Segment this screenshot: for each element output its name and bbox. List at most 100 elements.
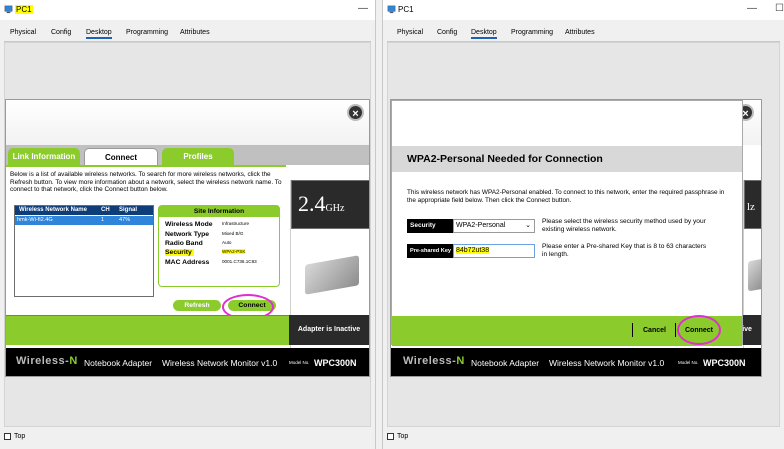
- band-badge: lz: [744, 180, 761, 229]
- brand-n: N: [69, 355, 78, 367]
- minimize-icon[interactable]: —: [747, 3, 757, 14]
- maximize-icon[interactable]: ☐: [775, 3, 784, 14]
- top-checkbox[interactable]: [387, 433, 394, 440]
- footer-model-prefix: Model No.: [289, 360, 310, 365]
- site-info-label: Wireless Mode: [165, 221, 213, 228]
- title-bar: PC1 — ☐: [383, 0, 784, 20]
- brand-text: Wireless-: [403, 355, 457, 367]
- adapter-status: Adapter is Inactive: [289, 315, 369, 345]
- app-footer: Wireless-N Notebook Adapter Wireless Net…: [6, 348, 369, 376]
- footer-model: WPC300N: [703, 358, 746, 368]
- network-name: hmk-Wi-fi2.4G: [17, 217, 53, 223]
- ghz-unit: GHz: [325, 203, 345, 214]
- connect-panel: Below is a list of available wireless ne…: [6, 165, 286, 320]
- col-ch: CH: [101, 207, 110, 213]
- site-info-title: Site Information: [159, 206, 279, 217]
- connect-description: Below is a list of available wireless ne…: [10, 171, 282, 193]
- site-info-row: MAC Address 0001.C736.1C83: [165, 259, 257, 266]
- tab-link-information[interactable]: Link Information: [8, 148, 80, 165]
- footer-model-prefix: Model No.: [678, 360, 699, 365]
- pc-icon: [4, 5, 13, 14]
- app-header: [6, 100, 369, 145]
- site-info-value: 0001.C736.1C83: [222, 259, 257, 264]
- app-footer: Wireless-N Notebook Adapter Wireless Net…: [391, 348, 761, 376]
- wpa2-dialog: WPA2-Personal Needed for Connection This…: [391, 100, 743, 346]
- col-signal: Signal: [119, 207, 138, 213]
- col-network-name: Wireless Network Name: [19, 207, 87, 213]
- divider: [675, 323, 676, 337]
- security-help: Please select the wireless security meth…: [542, 218, 706, 233]
- footer-monitor: Wireless Network Monitor v1.0: [162, 358, 278, 368]
- psk-help: Please enter a Pre-shared Key that is 8 …: [542, 243, 707, 258]
- site-info-value: WPA2-PSK: [222, 249, 246, 254]
- site-info-label: Radio Band: [165, 240, 203, 247]
- tab-attributes[interactable]: Attributes: [565, 29, 595, 36]
- tab-physical[interactable]: Physical: [397, 29, 423, 36]
- site-info-value: Auto: [222, 240, 232, 245]
- divider: [632, 323, 633, 337]
- site-info-row: Radio Band Auto: [165, 240, 231, 247]
- security-select[interactable]: WPA2-Personal ⌄: [453, 219, 535, 233]
- tab-config[interactable]: Config: [51, 29, 71, 36]
- footer-product: Notebook Adapter: [84, 358, 153, 368]
- security-value: WPA2-Personal: [456, 222, 506, 229]
- tab-desktop[interactable]: Desktop: [471, 29, 497, 39]
- tab-desktop[interactable]: Desktop: [86, 29, 112, 39]
- band-value-partial: lz: [747, 201, 755, 213]
- ghz-number: 2.4: [298, 191, 326, 216]
- network-list-header: Wireless Network Name CH Signal: [15, 206, 153, 215]
- psk-value: 84b72ut38: [456, 247, 490, 254]
- footer-model: WPC300N: [314, 358, 357, 368]
- band-badge: 2.4GHz: [291, 180, 369, 229]
- psk-input[interactable]: 84b72ut38: [453, 244, 535, 258]
- site-info-label: Security: [165, 249, 192, 256]
- top-checkbox[interactable]: [4, 433, 11, 440]
- right-pc-window: PC1 — ☐ Physical Config Desktop Programm…: [382, 0, 784, 449]
- dialog-title: WPA2-Personal Needed for Connection: [392, 146, 742, 172]
- wireless-monitor-app: × lz ctive WPA2-Personal Needed for Conn…: [390, 99, 762, 377]
- cancel-button[interactable]: Cancel: [643, 327, 666, 334]
- adapter-card-image: [305, 255, 359, 295]
- pc-icon: [387, 5, 396, 14]
- tab-connect[interactable]: Connect: [84, 148, 158, 165]
- footer-monitor: Wireless Network Monitor v1.0: [549, 358, 665, 368]
- site-info-row: Network Type Mixed B/G: [165, 231, 243, 238]
- minimize-icon[interactable]: —: [358, 3, 368, 14]
- tab-programming[interactable]: Programming: [126, 29, 168, 36]
- desktop-area: × lz ctive WPA2-Personal Needed for Conn…: [387, 42, 780, 427]
- wireless-monitor-app: × Link Information Connect Profiles Belo…: [5, 99, 370, 377]
- network-list[interactable]: Wireless Network Name CH Signal hmk-Wi-f…: [14, 205, 154, 297]
- close-icon[interactable]: ×: [347, 104, 364, 121]
- brand-text: Wireless-: [16, 355, 70, 367]
- brand-n: N: [456, 355, 465, 367]
- top-checkbox-label: Top: [397, 433, 409, 440]
- table-row[interactable]: hmk-Wi-fi2.4G 1 47%: [15, 216, 153, 225]
- tab-programming[interactable]: Programming: [511, 29, 553, 36]
- brand-wireless-n: Wireless-N: [403, 355, 465, 367]
- site-info-label: MAC Address: [165, 259, 210, 266]
- annotation-circle: [677, 315, 721, 345]
- tab-physical[interactable]: Physical: [10, 29, 36, 36]
- psk-label: Pre-shared Key: [407, 244, 453, 258]
- adapter-card-image: [748, 258, 761, 292]
- window-title: PC1: [398, 5, 414, 14]
- site-info-row: Wireless Mode Infrastructure: [165, 221, 249, 228]
- tab-attributes[interactable]: Attributes: [180, 29, 210, 36]
- network-ch: 1: [101, 217, 105, 223]
- site-information-panel: Site Information Wireless Mode Infrastruc…: [158, 205, 280, 287]
- tab-config[interactable]: Config: [437, 29, 457, 36]
- site-info-value: Infrastructure: [222, 221, 250, 226]
- tab-profiles[interactable]: Profiles: [162, 148, 234, 165]
- chevron-down-icon: ⌄: [525, 222, 531, 229]
- security-label: Security: [407, 219, 453, 233]
- refresh-button[interactable]: Refresh: [173, 300, 221, 311]
- site-info-row-security: Security WPA2-PSK: [165, 249, 246, 256]
- site-info-value: Mixed B/G: [222, 231, 244, 236]
- network-signal: 47%: [119, 217, 131, 223]
- left-pc-window: PC1 — Physical Config Desktop Programmin…: [0, 0, 376, 449]
- desktop-area: × Link Information Connect Profiles Belo…: [4, 42, 371, 427]
- window-title: PC1: [15, 5, 33, 14]
- dialog-description: This wireless network has WPA2-Personal …: [407, 189, 725, 204]
- site-info-label: Network Type: [165, 231, 210, 238]
- top-checkbox-label: Top: [14, 433, 26, 440]
